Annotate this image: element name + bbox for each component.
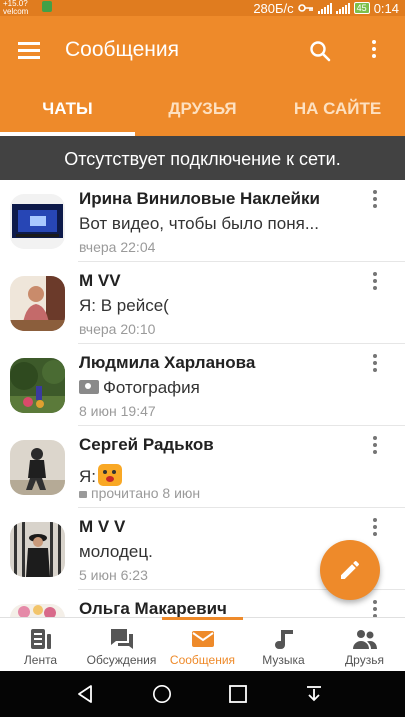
chat-preview-text: Я: [79,467,96,486]
signal-icon [317,2,332,14]
page-title: Сообщения [65,38,179,61]
messages-icon [191,631,214,647]
nav-feed[interactable]: Лента [0,618,81,671]
chat-time: вчера 20:10 [79,321,156,337]
chat-item[interactable]: Людмила Харланова Фотография 8 июн 19:47 [0,344,405,426]
music-icon [274,630,293,649]
chat-more-icon[interactable] [369,518,381,538]
app-bar: Сообщения [0,16,405,86]
back-icon[interactable] [75,684,95,704]
friends-icon [352,630,377,649]
chat-time: 8 июн 19:47 [79,403,156,419]
chat-more-icon[interactable] [369,354,381,374]
nav-friends[interactable]: Друзья [324,618,405,671]
chat-item[interactable]: Ирина Виниловые Наклейки Вот видео, чтоб… [0,180,405,262]
menu-icon[interactable] [18,42,40,59]
avatar [10,276,65,331]
overflow-menu-icon[interactable] [368,40,380,62]
bottom-navigation: Лента Обсуждения Сообщения Музыка Друзья [0,617,405,671]
chat-time-text: прочитано 8 июн [91,485,201,501]
chat-name: M VV [79,271,121,290]
nav-discussions[interactable]: Обсуждения [81,618,162,671]
operator-name: velcom [3,7,29,16]
nav-feed-label: Лента [23,653,58,667]
avatar [10,358,65,413]
battery-icon: 45 [353,2,370,14]
nav-messages-label: Сообщения [169,653,236,667]
tab-online[interactable]: НА САЙТЕ [270,86,405,136]
chat-item[interactable]: Сергей Радьков Я: прочитано 8 июн [0,426,405,508]
chat-preview: молодец. [79,542,153,561]
chat-item[interactable]: M VV Я: В рейсе( вчера 20:10 [0,262,405,344]
tab-friends[interactable]: ДРУЗЬЯ [135,86,270,136]
avatar [10,194,65,249]
chat-preview: Фотография [79,378,359,398]
operator-info: +15.0? velcom [3,0,28,16]
nav-friends-label: Друзья [345,653,384,667]
avatar [10,522,65,577]
chat-preview: Я: [79,460,359,487]
chat-more-icon[interactable] [369,436,381,456]
emoji-sticker-icon [98,464,122,486]
tab-chats[interactable]: ЧАТЫ [0,86,135,136]
avatar [10,604,65,617]
nav-discussions-label: Обсуждения [86,653,157,667]
feed-icon [30,629,51,649]
chat-preview: Вот видео, чтобы было поня... [79,214,319,233]
avatar [10,440,65,495]
wifi-signal-icon [335,2,350,14]
nav-music[interactable]: Музыка [243,618,324,671]
chat-time: 5 июн 6:23 [79,567,148,583]
clock: 0:14 [373,0,399,16]
compose-button[interactable] [320,540,380,600]
key-icon [297,4,313,12]
chat-name: M V V [79,517,126,536]
chat-name: Ольга Макаревич [79,599,227,617]
nav-messages[interactable]: Сообщения [162,617,243,671]
discussions-icon [110,629,133,649]
net-speed: 280Б/с [253,0,294,16]
chat-name: Сергей Радьков [79,435,214,454]
chat-name: Ирина Виниловые Наклейки [79,189,320,208]
search-icon[interactable] [309,40,331,62]
pencil-icon [341,560,360,579]
offline-banner: Отсутствует подключение к сети. [0,136,405,180]
tab-bar: ЧАТЫ ДРУЗЬЯ НА САЙТЕ [0,86,405,136]
notification-icon [42,1,52,12]
recent-apps-icon[interactable] [228,684,248,704]
chat-preview-text: Фотография [103,378,200,397]
status-indicators: 280Б/с 45 0:14 [253,0,399,16]
chat-name: Людмила Харланова [79,353,256,372]
notification-pulldown-icon[interactable] [304,684,324,704]
chat-time: прочитано 8 июн [79,485,200,501]
home-icon[interactable] [151,684,173,704]
chat-more-icon[interactable] [369,272,381,292]
system-navigation-bar [0,671,405,717]
nav-music-label: Музыка [262,653,305,667]
chat-more-icon[interactable] [369,600,381,617]
status-bar: +15.0? velcom 280Б/с 45 0:14 [0,0,405,16]
chat-preview: Я: В рейсе( [79,296,169,315]
lock-icon [79,491,87,498]
chat-time: вчера 22:04 [79,239,156,255]
chat-more-icon[interactable] [369,190,381,210]
camera-icon [79,380,99,394]
